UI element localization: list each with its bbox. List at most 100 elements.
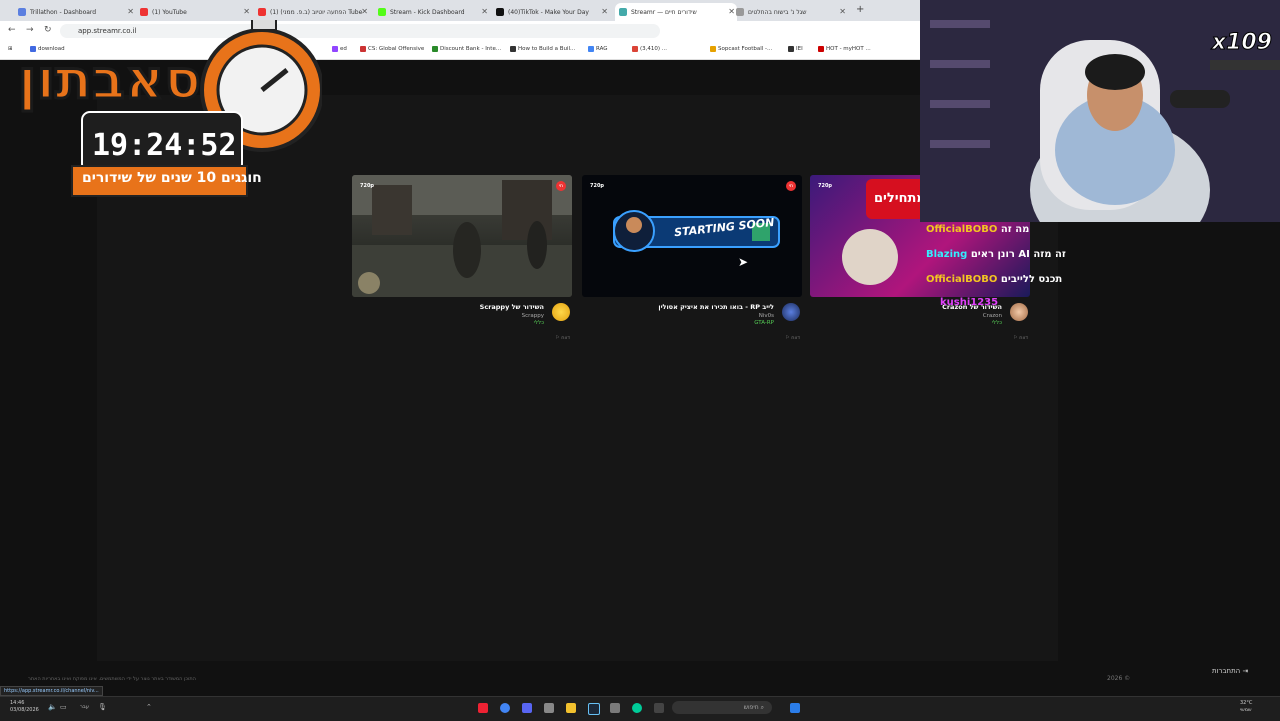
browser-tab-strip: Trillathon - Dashboard ✕ (1) YouTube ✕ (1)…: [0, 0, 920, 21]
streamer-name[interactable]: Crazon: [983, 313, 1002, 319]
chat-message: kushi1235: [940, 297, 998, 308]
chat-username: Blazing: [926, 249, 968, 260]
volume-icon[interactable]: 🔈: [48, 703, 57, 711]
taskbar-clock[interactable]: 14:46 03/08/2026: [10, 700, 39, 714]
tab-label: (1) הפתעה יוטיוב (ב.פ. ממני) Tube: [270, 8, 363, 16]
report-button[interactable]: ⚐ דווח: [1013, 335, 1028, 341]
app-icon[interactable]: [478, 703, 488, 713]
discord-icon[interactable]: [522, 703, 532, 713]
streamer-avatar[interactable]: [782, 303, 800, 321]
folder-icon[interactable]: [566, 703, 576, 713]
report-button[interactable]: ⚐ דווח: [785, 335, 800, 341]
bookmark-item[interactable]: CS: Global Offensive: [360, 46, 424, 52]
tab-label: Trillathon - Dashboard: [30, 8, 97, 16]
weather-label: שמשי: [1240, 707, 1252, 713]
webcam-overlay: x109: [920, 0, 1280, 222]
subathon-title: סאבתון: [17, 47, 203, 113]
tab-label: (1) YouTube: [152, 8, 187, 16]
browser-tab[interactable]: Stream - Kick Dashboard ✕: [378, 3, 490, 21]
bookmark-label: ed: [340, 46, 347, 52]
weather-widget[interactable]: 32°C שמשי: [1240, 700, 1252, 714]
tab-favicon-icon: [736, 8, 744, 16]
new-tab-icon[interactable]: +: [856, 4, 864, 15]
streamer-avatar[interactable]: [552, 303, 570, 321]
browser-tab[interactable]: (40)TikTok - Make Your Day ✕: [496, 3, 610, 21]
stream-category[interactable]: כללי: [534, 320, 544, 326]
report-button[interactable]: ⚐ דווח: [555, 335, 570, 341]
tab-close-icon[interactable]: ✕: [839, 7, 846, 16]
steam-icon[interactable]: [588, 703, 600, 715]
chat-text: תכנס ללייבים: [1000, 274, 1063, 285]
browser-tab-active[interactable]: Streamr — שידורים חיים ✕: [615, 3, 737, 21]
tab-label: Stream - Kick Dashboard: [390, 8, 465, 16]
browser-tab[interactable]: שגל נ' בישוח בהחלטים ✕: [736, 3, 848, 21]
browser-tab[interactable]: (1) YouTube ✕: [140, 3, 252, 21]
resolution-badge: 720p: [360, 183, 375, 189]
bookmark-favicon-icon: [332, 46, 338, 52]
bookmark-item[interactable]: HOT - myHOT ...: [818, 46, 871, 52]
search-label: חיפוש: [743, 704, 759, 711]
streamer-name[interactable]: Scrappy: [522, 313, 544, 319]
footer-disclaimer: התוכן המשודר באתר נוצר על ידי המשתמשים. …: [28, 676, 196, 682]
browser-tab[interactable]: Trillathon - Dashboard ✕: [18, 3, 136, 21]
chrome-icon[interactable]: [500, 703, 510, 713]
network-icon[interactable]: ▭: [60, 703, 67, 711]
game-scene-image: [352, 175, 572, 297]
stream-category[interactable]: כללי: [992, 320, 1002, 326]
tray-chevron-icon[interactable]: ⌃: [146, 703, 152, 711]
stream-title[interactable]: לייב RP - בואו תכירו את איציק אסולין: [658, 303, 774, 311]
app-icon[interactable]: [610, 703, 620, 713]
subathon-overlay: סאבתון 19:24:52 חוגגים 10 שנים של שידורי…: [12, 20, 322, 200]
streamer-name[interactable]: Niv0s: [759, 313, 774, 319]
bookmark-item[interactable]: Discount Bank - Inte...: [432, 46, 501, 52]
taskbar-search[interactable]: חיפוש ⌕: [672, 701, 772, 714]
tab-favicon-icon: [496, 8, 504, 16]
tab-close-icon[interactable]: ✕: [361, 7, 368, 16]
obs-icon[interactable]: [544, 703, 554, 713]
stream-thumbnail[interactable]: STARTING SOON 720p חי ➤: [582, 175, 802, 297]
stream-title[interactable]: השידור של Scrappy: [480, 303, 544, 311]
bookmark-item[interactable]: (3,410) ...: [632, 46, 667, 52]
microphone-icon[interactable]: 🎙: [98, 703, 107, 711]
resolution-badge: 720p: [818, 183, 833, 189]
stream-category[interactable]: GTA-RP: [754, 320, 774, 326]
stream-card[interactable]: 720p חי השידור של Scrappy Scrappy כללי ⚐…: [352, 175, 572, 341]
tab-label: Streamr — שידורים חיים: [631, 8, 697, 16]
bookmark-label: (3,410) ...: [640, 46, 668, 52]
login-label: התחברות: [1212, 667, 1241, 675]
multiplier-badge: x109: [1211, 30, 1272, 56]
tab-favicon-icon: [140, 8, 148, 16]
tab-close-icon[interactable]: ✕: [243, 7, 250, 16]
bookmark-item[interactable]: IEI: [788, 46, 803, 52]
tab-close-icon[interactable]: ✕: [601, 7, 608, 16]
footer-copyright: 2026 ©: [1107, 675, 1131, 682]
subathon-tagline: חוגגים 10 שנים של שידורים: [82, 170, 262, 186]
app-icon[interactable]: [654, 703, 664, 713]
login-button[interactable]: התחברות ⇥: [1212, 667, 1248, 675]
bookmark-item[interactable]: ed: [332, 46, 347, 52]
bookmark-item[interactable]: How to Build a Buil...: [510, 46, 575, 52]
windows-start-icon[interactable]: [790, 703, 800, 713]
tab-close-icon[interactable]: ✕: [481, 7, 488, 16]
bookmark-favicon-icon: [818, 46, 824, 52]
stream-thumbnail[interactable]: 720p חי: [352, 175, 572, 297]
bookmark-favicon-icon: [360, 46, 366, 52]
live-badge: חי: [786, 181, 796, 191]
tab-close-icon[interactable]: ✕: [728, 7, 735, 16]
language-indicator[interactable]: עבר: [80, 704, 89, 710]
chat-text: מה זה: [1000, 224, 1030, 235]
live-badge: חי: [556, 181, 566, 191]
thumbnail-text: מתחילים: [874, 191, 926, 206]
tab-label: שגל נ' בישוח בהחלטים: [748, 8, 807, 16]
edge-icon[interactable]: [632, 703, 642, 713]
tab-close-icon[interactable]: ✕: [127, 7, 134, 16]
resolution-badge: 720p: [590, 183, 605, 189]
bookmark-item[interactable]: Sopcast Football -...: [710, 46, 772, 52]
bookmark-item[interactable]: RAG: [588, 46, 608, 52]
chat-username: kushi1235: [940, 297, 999, 308]
bookmark-favicon-icon: [432, 46, 438, 52]
browser-tab[interactable]: (1) הפתעה יוטיוב (ב.פ. ממני) Tube ✕: [258, 3, 370, 21]
stream-card[interactable]: STARTING SOON 720p חי ➤ לייב RP - בואו ת…: [582, 175, 802, 341]
chat-username: OfficialBOBO: [926, 274, 998, 285]
tab-favicon-icon: [258, 8, 266, 16]
